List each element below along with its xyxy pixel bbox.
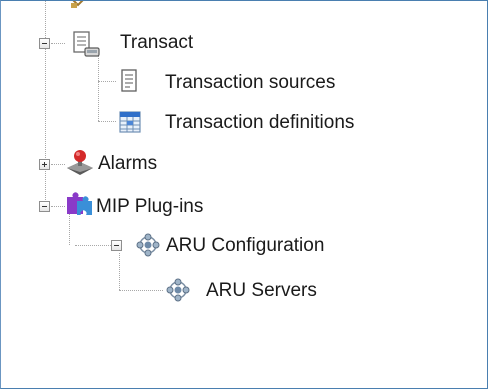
tree-node-transaction-definitions[interactable]: Transaction definitions [165,112,354,134]
spreadsheet-icon [119,111,141,133]
collapse-toggle-mip-plugins[interactable] [39,201,50,212]
transact-icon [73,31,100,57]
partial-icon [71,1,84,8]
collapse-toggle-transact[interactable] [39,38,50,49]
tree-node-aru-servers[interactable]: ARU Servers [206,280,317,302]
tree-connector [98,51,99,121]
tree-node-mip-plugins[interactable]: MIP Plug-ins [96,196,203,218]
tree-node-transaction-sources[interactable]: Transaction sources [165,72,335,94]
tree-node-transact[interactable]: Transact [120,32,193,54]
tree-connector [98,121,116,122]
tree-connector [75,245,113,246]
tree-connector [119,290,163,291]
tree-connector [51,164,65,165]
tree-connector [45,1,46,206]
tree-view: Transact Transaction sources Transaction… [1,1,487,388]
tree-connector [51,43,65,44]
tree-node-alarms[interactable]: Alarms [98,153,157,175]
tree-connector [98,81,116,82]
tree-panel: Transact Transaction sources Transaction… [0,0,488,389]
puzzle-icon [67,192,92,215]
expand-toggle-alarms[interactable] [39,159,50,170]
network-icon [166,278,190,302]
document-list-icon [121,69,137,92]
tree-node-aru-configuration[interactable]: ARU Configuration [166,235,324,257]
alarm-icon [67,150,93,175]
collapse-toggle-aru-configuration[interactable] [111,240,122,251]
tree-connector [119,253,120,290]
network-icon [136,233,160,257]
tree-connector [51,206,65,207]
